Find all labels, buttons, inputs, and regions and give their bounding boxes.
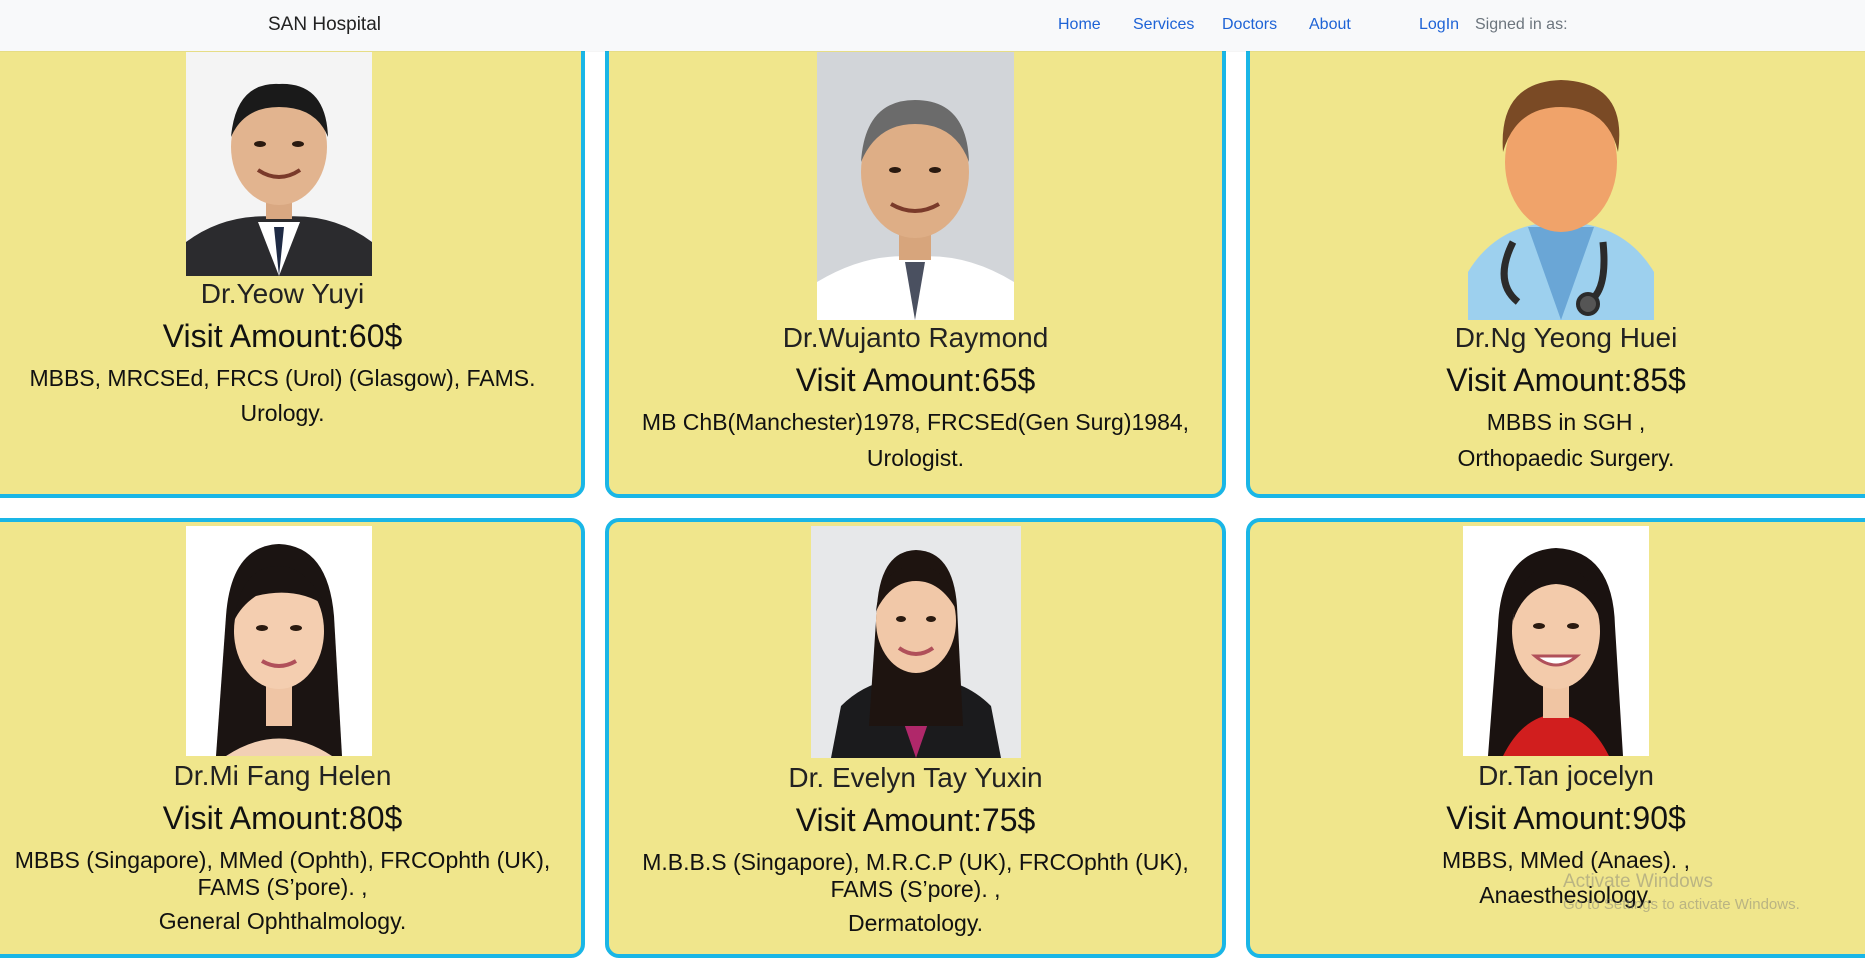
doctor-name: Dr.Mi Fang Helen <box>173 760 392 791</box>
doctor-specialty: General Ophthalmology. <box>158 908 407 934</box>
doctor-card-mi-fang-helen[interactable]: Dr.Mi Fang Helen Visit Amount:80$ MBBS (… <box>0 518 585 958</box>
visit-amount: Visit Amount:75$ <box>795 802 1036 838</box>
doctor-qualifications-line2: FAMS (S’pore). , <box>830 876 1001 902</box>
doctor-qualifications: MB ChB(Manchester)1978, FRCSEd(Gen Surg)… <box>641 409 1190 435</box>
activate-windows-watermark-subtitle: Go to Settings to activate Windows. <box>1563 896 1800 913</box>
doctor-card-tan-jocelyn[interactable]: Dr.Tan jocelyn Visit Amount:90$ MBBS, MM… <box>1246 518 1865 958</box>
doctor-name: Dr.Tan jocelyn <box>1478 760 1654 791</box>
doctor-photo-yeow-yuyi <box>186 52 372 276</box>
login-link[interactable]: LogIn <box>1419 16 1459 34</box>
doctor-card-ng-yeong-huei[interactable]: Dr.Ng Yeong Huei Visit Amount:85$ MBBS i… <box>1246 30 1865 498</box>
doctor-qualifications: MBBS, MMed (Anaes). , <box>1442 847 1690 873</box>
doctor-photo-tan-jocelyn <box>1463 526 1649 756</box>
doctor-specialty: Orthopaedic Surgery. <box>1457 445 1675 471</box>
visit-amount: Visit Amount:80$ <box>162 800 403 836</box>
doctor-card-evelyn-tay-yuxin[interactable]: Dr. Evelyn Tay Yuxin Visit Amount:75$ M.… <box>605 518 1226 958</box>
doctor-name: Dr.Yeow Yuyi <box>200 278 365 309</box>
doctor-specialty: Urology. <box>240 400 325 426</box>
nav-link-services[interactable]: Services <box>1133 16 1194 34</box>
doctor-name: Dr. Evelyn Tay Yuxin <box>788 762 1043 793</box>
doctor-specialty: Urologist. <box>866 445 965 471</box>
doctor-photo-wujanto-raymond <box>817 52 1014 320</box>
doctor-qualifications: MBBS in SGH , <box>1486 409 1646 435</box>
doctor-avatar-icon <box>1458 52 1664 320</box>
doctor-card-yeow-yuyi[interactable]: Dr.Yeow Yuyi Visit Amount:60$ MBBS, MRCS… <box>0 30 585 498</box>
doctor-qualifications: M.B.B.S (Singapore), M.R.C.P (UK), FRCOp… <box>642 849 1189 875</box>
nav-link-doctors[interactable]: Doctors <box>1222 16 1277 34</box>
doctor-name: Dr.Wujanto Raymond <box>782 322 1049 353</box>
signed-in-label: Signed in as: <box>1475 16 1568 33</box>
visit-amount: Visit Amount:85$ <box>1446 362 1686 398</box>
doctor-photo-evelyn-tay-yuxin <box>811 526 1021 758</box>
nav-link-home[interactable]: Home <box>1058 16 1101 34</box>
visit-amount: Visit Amount:90$ <box>1446 800 1686 836</box>
doctor-photo-mi-fang-helen <box>186 526 372 756</box>
top-navbar: SAN Hospital Home Services Doctors About… <box>0 0 1865 51</box>
activate-windows-watermark-title: Activate Windows <box>1563 871 1713 892</box>
nav-link-about[interactable]: About <box>1309 16 1351 34</box>
brand-logo-text[interactable]: SAN Hospital <box>268 14 381 36</box>
doctor-card-wujanto-raymond[interactable]: Dr.Wujanto Raymond Visit Amount:65$ MB C… <box>605 30 1226 498</box>
doctor-name: Dr.Ng Yeong Huei <box>1454 322 1678 353</box>
visit-amount: Visit Amount:60$ <box>162 318 403 354</box>
doctor-qualifications: MBBS, MRCSEd, FRCS (Urol) (Glasgow), FAM… <box>29 365 536 391</box>
doctor-qualifications: MBBS (Singapore), MMed (Ophth), FRCOphth… <box>14 847 551 873</box>
visit-amount: Visit Amount:65$ <box>795 362 1036 398</box>
doctor-qualifications-line2: FAMS (S’pore). , <box>197 874 368 900</box>
